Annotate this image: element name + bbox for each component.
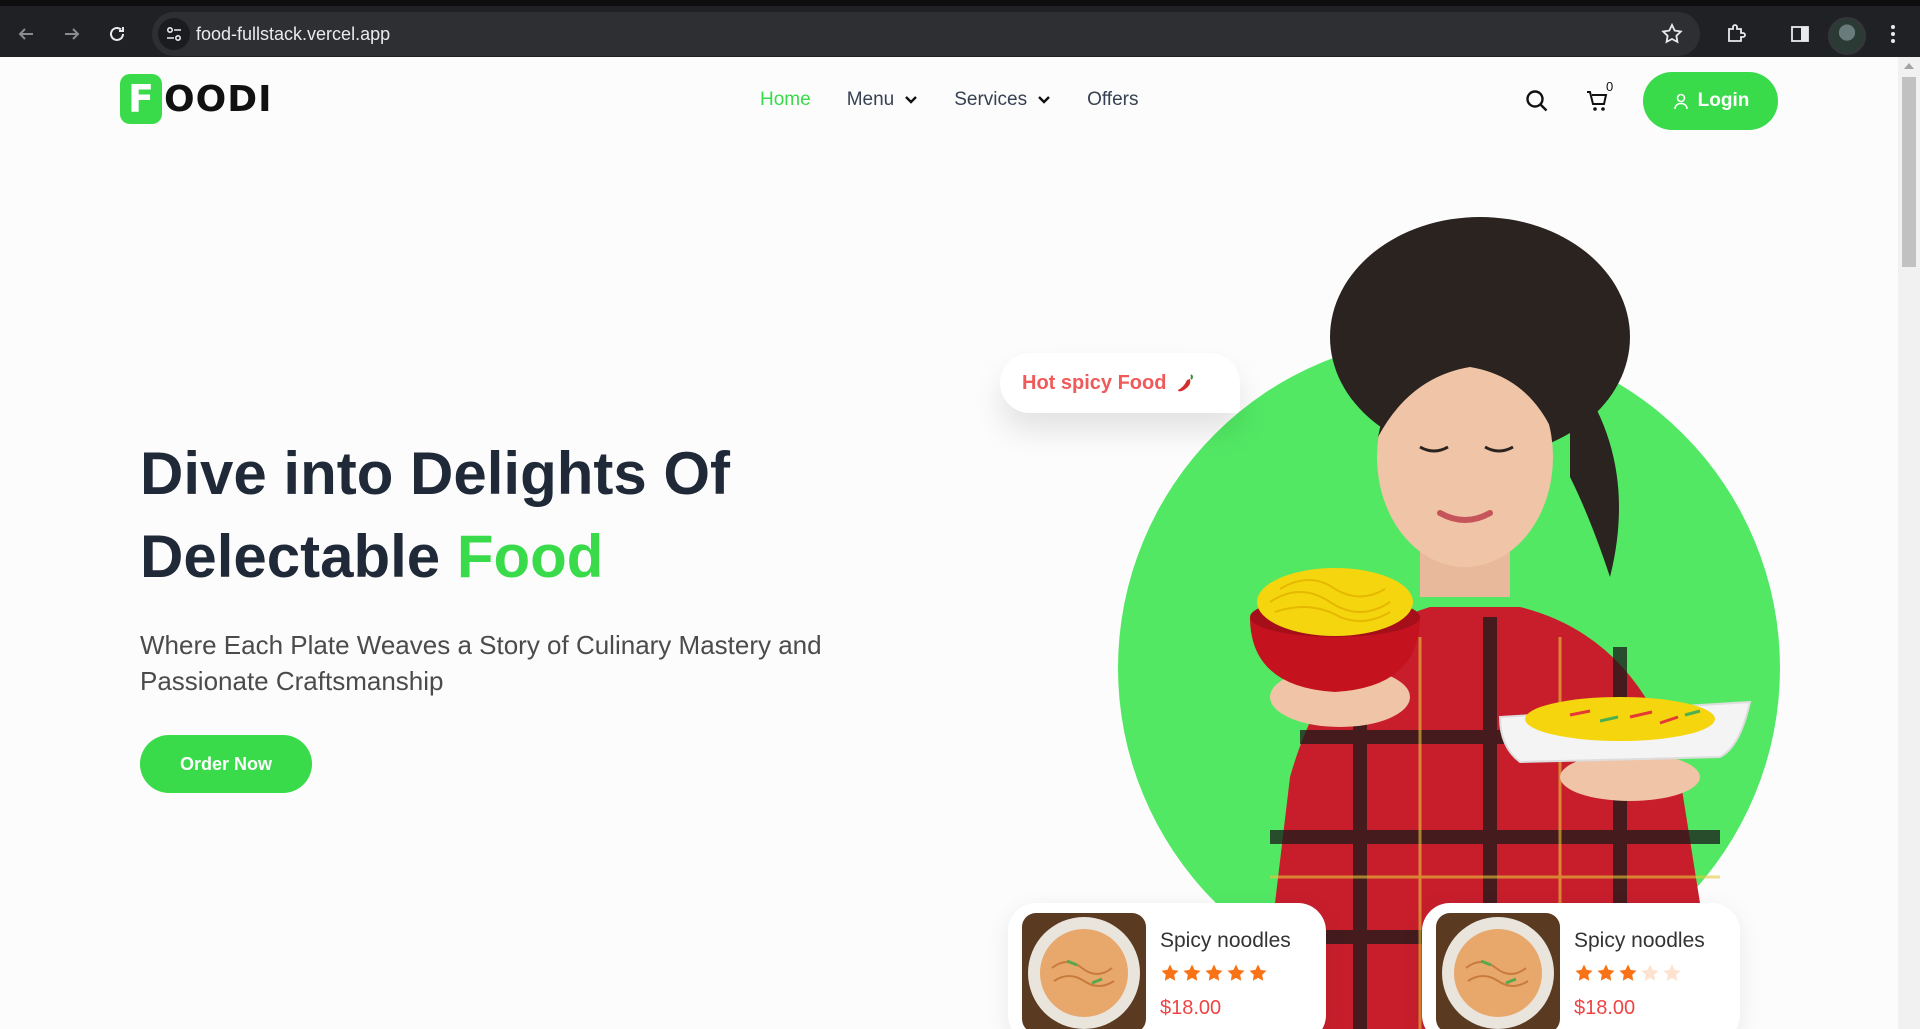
side-panel-icon (1791, 26, 1809, 42)
extensions-button[interactable] (1720, 18, 1752, 50)
bubble-text: Hot spicy Food (1022, 371, 1167, 394)
login-label: Login (1697, 90, 1750, 111)
order-now-button[interactable]: Order Now (140, 735, 312, 793)
hero-subtitle: Where Each Plate Weaves a Story of Culin… (140, 630, 822, 696)
page-scrollbar[interactable] (1898, 57, 1920, 1029)
star-icon (1663, 964, 1681, 981)
forward-button[interactable] (56, 18, 88, 50)
product-price: $18.00 (1160, 997, 1222, 1019)
nav-services-label: Services (954, 89, 1028, 110)
hero-title-line1: Dive into Delights Of (140, 440, 731, 507)
hero-title-highlight: Food (456, 523, 604, 590)
reload-icon (110, 26, 124, 41)
star-icon (1205, 964, 1223, 981)
nav-menu[interactable]: Menu (847, 89, 919, 111)
star-icon (1597, 964, 1615, 981)
puzzle-icon (1728, 24, 1746, 42)
nav-home[interactable]: Home (760, 89, 811, 111)
chevron-down-icon (905, 96, 918, 104)
site-info-button[interactable] (158, 18, 190, 50)
product-price: $18.00 (1574, 997, 1636, 1019)
nav-menu-label: Menu (846, 89, 895, 110)
browser-menu-button[interactable] (1877, 18, 1909, 50)
chevron-down-icon (1038, 96, 1050, 104)
search-icon[interactable] (1523, 87, 1551, 115)
user-icon (1673, 93, 1688, 110)
logo-text: OODI (164, 78, 273, 120)
star-icon (1249, 964, 1267, 981)
hot-spicy-bubble: Hot spicy Food (1000, 353, 1240, 413)
star-icon (1183, 964, 1201, 981)
arrow-left-icon (18, 28, 33, 40)
scrollbar-thumb[interactable] (1902, 77, 1916, 267)
browser-toolbar: food-fullstack.vercel.app (0, 0, 1920, 57)
star-icon (1575, 964, 1593, 981)
arrow-right-icon (65, 28, 80, 40)
hero-title: Dive into Delights Of Delectable Food (140, 432, 940, 598)
url-text[interactable]: food-fullstack.vercel.app (196, 24, 390, 45)
product-name: Spicy noodles (1160, 929, 1291, 952)
nav-offers-label: Offers (1087, 89, 1139, 110)
hero-title-line2: Delectable Food (140, 515, 940, 598)
kebab-menu-icon (1891, 25, 1895, 43)
chili-pepper-icon (1178, 374, 1194, 392)
product-image (1022, 913, 1146, 1029)
tune-icon (166, 26, 182, 42)
logo[interactable]: F OODI (120, 74, 272, 124)
product-card[interactable]: Spicy noodles $18.00 (1008, 903, 1326, 1029)
star-icon (1641, 964, 1659, 981)
cart-count-badge: 0 (1606, 79, 1614, 94)
rating-stars (1160, 963, 1268, 983)
address-bar[interactable]: food-fullstack.vercel.app (152, 12, 1700, 56)
login-button[interactable]: Login (1643, 72, 1778, 130)
side-panel-button[interactable] (1784, 18, 1816, 50)
star-icon (1619, 964, 1637, 981)
logo-mark: F (120, 74, 162, 124)
scroll-up-arrow-icon[interactable] (1904, 63, 1914, 69)
rating-stars (1574, 963, 1682, 983)
hero-title-prefix: Delectable (140, 523, 457, 590)
back-button[interactable] (10, 18, 42, 50)
star-icon (1227, 964, 1245, 981)
star-icon (1161, 964, 1179, 981)
product-card[interactable]: Spicy noodles $18.00 (1422, 903, 1740, 1029)
product-name: Spicy noodles (1574, 929, 1705, 952)
page: F OODI Home Menu Services Offers 0 Login… (0, 57, 1898, 1029)
profile-avatar[interactable] (1828, 17, 1866, 55)
nav-services[interactable]: Services (954, 89, 1051, 111)
product-image (1436, 913, 1560, 1029)
nav-offers[interactable]: Offers (1087, 89, 1138, 111)
bookmark-star-icon[interactable] (1660, 22, 1684, 46)
nav-home-label: Home (760, 89, 811, 110)
main-nav: Home Menu Services Offers (760, 89, 1174, 111)
reload-button[interactable] (101, 18, 133, 50)
